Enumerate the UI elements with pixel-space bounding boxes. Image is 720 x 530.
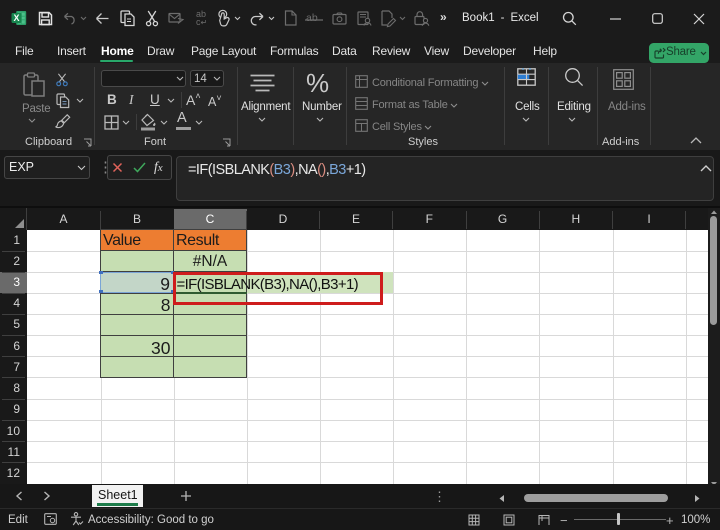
svg-text:X: X — [13, 13, 19, 23]
